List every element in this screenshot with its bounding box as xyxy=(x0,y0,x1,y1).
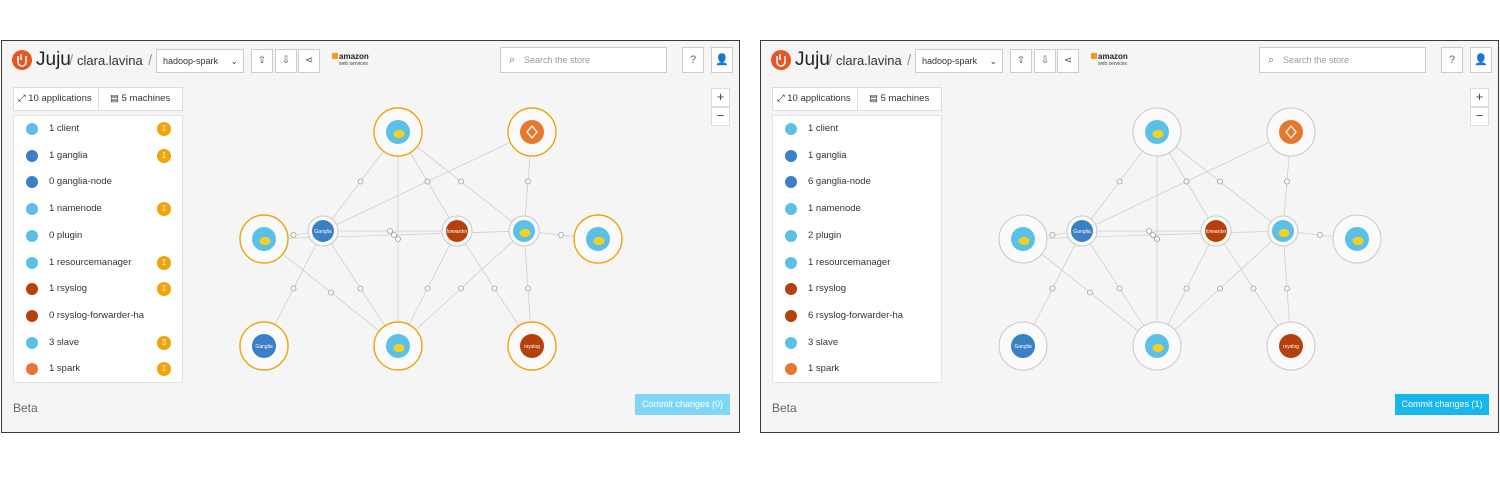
relation-indicator[interactable] xyxy=(558,232,564,238)
service-node-namenode[interactable] xyxy=(1267,215,1299,247)
elephant-icon xyxy=(393,130,405,138)
relation-indicator[interactable] xyxy=(424,285,431,292)
relation-indicator[interactable] xyxy=(424,178,431,185)
service-label: rsyslog xyxy=(524,344,540,350)
commit-changes-button[interactable]: Commit changes (0) xyxy=(635,394,730,415)
elephant-icon xyxy=(1152,130,1164,138)
relation-indicator[interactable] xyxy=(1146,228,1152,234)
service-node-ganglia[interactable]: Ganglia xyxy=(998,321,1048,371)
relation-indicator[interactable] xyxy=(1284,285,1290,292)
elephant-icon xyxy=(519,229,531,237)
relation-indicator[interactable] xyxy=(1154,236,1160,242)
relation-indicator[interactable] xyxy=(1116,178,1123,185)
relation-indicator[interactable] xyxy=(357,178,364,185)
relation-indicator[interactable] xyxy=(1250,285,1257,292)
service-node-resmgr[interactable] xyxy=(373,321,423,371)
service-node-spark[interactable] xyxy=(507,107,557,157)
service-label: forwarder xyxy=(1205,229,1226,235)
service-node-ganglia[interactable]: Ganglia xyxy=(239,321,289,371)
relation-indicator[interactable] xyxy=(1217,285,1223,292)
relation-indicator[interactable] xyxy=(1049,285,1056,292)
relation-indicator[interactable] xyxy=(1183,178,1190,185)
spark-icon xyxy=(1279,120,1303,144)
service-node-slave[interactable] xyxy=(573,214,623,264)
service-node-plugin[interactable] xyxy=(998,214,1048,264)
elephant-icon xyxy=(1352,237,1364,245)
elephant-icon xyxy=(1278,229,1290,237)
service-node-client[interactable] xyxy=(373,107,423,157)
relation-indicator[interactable] xyxy=(391,232,397,238)
relation-indicator[interactable] xyxy=(328,289,334,296)
service-label: Ganglia xyxy=(1073,229,1090,235)
service-node-rsyslog[interactable]: rsyslog xyxy=(507,321,557,371)
juju-window-before: Juju / clara.lavina / hadoop-spark ⌄ ⇪ ⇩… xyxy=(1,40,740,433)
service-node-spark[interactable] xyxy=(1266,107,1316,157)
service-node-client[interactable] xyxy=(1132,107,1182,157)
service-label: Ganglia xyxy=(1014,344,1031,350)
topology-canvas[interactable]: Ganglia forwarder Ganglia rsyslog xyxy=(2,41,740,433)
elephant-icon xyxy=(259,237,271,245)
commit-changes-button[interactable]: Commit changes (1) xyxy=(1395,394,1489,415)
relation-indicator[interactable] xyxy=(458,285,464,292)
service-node-plugin[interactable] xyxy=(239,214,289,264)
relation-indicator[interactable] xyxy=(525,285,531,292)
elephant-icon xyxy=(593,237,605,245)
juju-window-after: Juju / clara.lavina / hadoop-spark ⌄ ⇪ ⇩… xyxy=(760,40,1499,433)
relation-indicator[interactable] xyxy=(1087,289,1093,296)
relation-indicator[interactable] xyxy=(357,285,364,292)
topology-canvas[interactable]: Ganglia forwarder Ganglia rsyslog xyxy=(761,41,1499,433)
spark-icon xyxy=(520,120,544,144)
relation-indicator[interactable] xyxy=(290,285,297,292)
relation-indicator[interactable] xyxy=(1317,232,1323,238)
relation-indicator[interactable] xyxy=(395,236,401,242)
elephant-icon xyxy=(393,344,405,352)
relation-indicator[interactable] xyxy=(387,228,393,234)
service-label: forwarder xyxy=(446,229,467,235)
service-node-namenode[interactable] xyxy=(508,215,540,247)
relation-indicator[interactable] xyxy=(1150,232,1156,238)
service-node-gnode[interactable]: Ganglia xyxy=(307,215,339,247)
service-node-gnode[interactable]: Ganglia xyxy=(1066,215,1098,247)
elephant-icon xyxy=(1018,237,1030,245)
service-node-slave[interactable] xyxy=(1332,214,1382,264)
service-label: Ganglia xyxy=(314,229,331,235)
beta-label: Beta xyxy=(13,401,38,415)
elephant-icon xyxy=(1152,344,1164,352)
service-node-fwd[interactable]: forwarder xyxy=(1200,215,1232,247)
service-node-rsyslog[interactable]: rsyslog xyxy=(1266,321,1316,371)
relation-indicator[interactable] xyxy=(1183,285,1190,292)
relation-indicator[interactable] xyxy=(458,178,464,185)
beta-label: Beta xyxy=(772,401,797,415)
service-label: Ganglia xyxy=(255,344,272,350)
relation-indicator[interactable] xyxy=(290,232,297,238)
relation-indicator[interactable] xyxy=(1116,285,1123,292)
relation-indicator[interactable] xyxy=(1284,178,1290,185)
service-node-resmgr[interactable] xyxy=(1132,321,1182,371)
service-label: rsyslog xyxy=(1283,344,1299,350)
relation-indicator[interactable] xyxy=(491,285,498,292)
relation-indicator[interactable] xyxy=(1049,232,1056,238)
relation-indicator[interactable] xyxy=(1217,178,1223,185)
service-node-fwd[interactable]: forwarder xyxy=(441,215,473,247)
relation-indicator[interactable] xyxy=(525,178,531,185)
